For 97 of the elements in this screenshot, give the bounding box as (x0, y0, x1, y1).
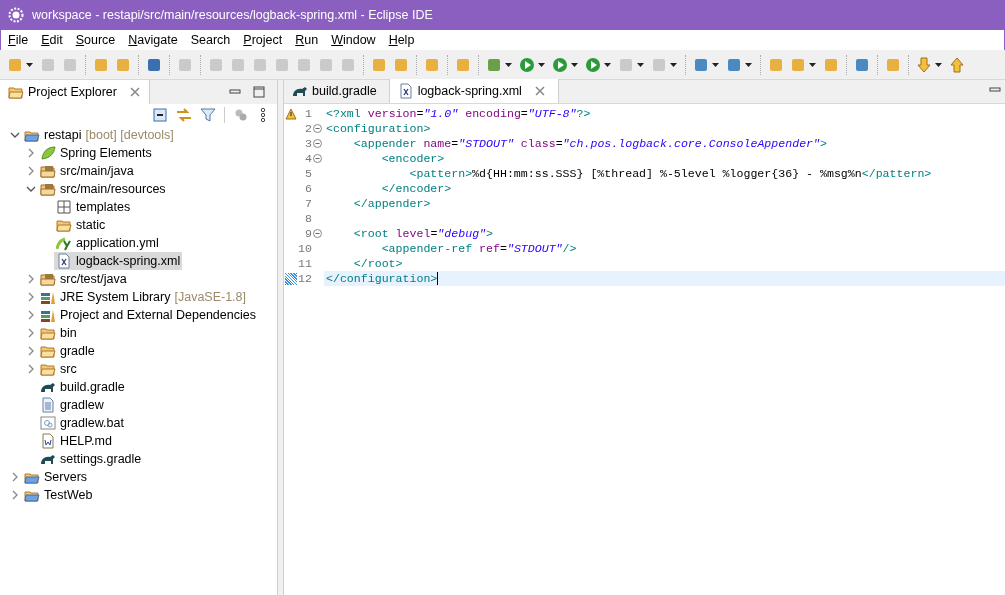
dropdown-icon[interactable] (604, 62, 611, 67)
fold-icon[interactable] (312, 124, 322, 133)
line-number: 2 (304, 120, 312, 137)
fold-icon[interactable] (312, 154, 322, 163)
text-cursor (437, 272, 439, 285)
yaml-file-icon (56, 235, 72, 251)
fold-icon[interactable] (312, 139, 322, 148)
menu-item[interactable]: File (8, 30, 29, 50)
run-icon[interactable] (552, 56, 568, 73)
code-line: </appender> (352, 195, 431, 212)
tree-item[interactable]: logback-spring.xml (54, 252, 183, 270)
line-number: 6 (304, 180, 312, 197)
bookmark-marker (285, 272, 297, 285)
tree-item[interactable]: gradlew.bat (38, 414, 126, 432)
menu-item[interactable]: Help (388, 30, 415, 50)
leaf-icon (40, 145, 56, 161)
dropdown-icon[interactable] (571, 62, 578, 67)
run-icon[interactable] (585, 56, 601, 73)
menu-item[interactable]: Window (331, 30, 376, 50)
window-title: workspace - restapi/src/main/resources/logback-spring.xml - Eclipse IDE (32, 6, 433, 24)
view-tab[interactable]: Project Explorer (0, 80, 150, 104)
collapse-all-icon[interactable] (152, 107, 168, 123)
tree-item[interactable]: application.yml (54, 234, 161, 252)
editor-tab[interactable]: logback-spring.xml (388, 79, 559, 103)
menu-item[interactable]: Project (243, 30, 283, 50)
tree-item[interactable]: HELP.md (38, 432, 114, 450)
line-number: 4 (304, 150, 312, 167)
menu-item[interactable]: Navigate (128, 30, 178, 50)
tree-item[interactable]: settings.gradle (38, 450, 144, 468)
text-file-icon (40, 397, 56, 413)
tree-item[interactable]: gradlew (38, 396, 106, 414)
line-number: 5 (304, 165, 312, 182)
line-number: 10 (298, 240, 312, 257)
code-line: <pattern>%d{HH:mm:ss.SSS} [%thread] %-5level %logger{36} - %msg%n</pattern> (408, 165, 932, 182)
menu-item[interactable]: Search (190, 30, 231, 50)
grid-icon (56, 199, 72, 215)
filter-icon[interactable] (200, 107, 216, 123)
link-arrows-icon[interactable] (176, 107, 192, 123)
gears-icon[interactable] (233, 107, 249, 123)
tree-item[interactable]: TestWeb (22, 486, 95, 504)
code-line: <appender name="STDOUT" class="ch.pos.logback.core.ConsoleAppender"> (352, 135, 827, 152)
tree-item[interactable]: build.gradle (38, 378, 127, 396)
tree-item[interactable]: Project and External Dependencies (38, 306, 258, 324)
tree-item[interactable]: src/main/resources (38, 180, 168, 198)
menu-item[interactable]: Edit (41, 30, 63, 50)
xml-file-icon (56, 253, 72, 269)
code-line: <appender-ref ref="STDOUT"/> (380, 240, 577, 257)
dropdown-icon[interactable] (809, 62, 816, 67)
line-number: 9 (304, 225, 312, 242)
package-folder-icon (40, 181, 56, 197)
code-line: <configuration> (325, 120, 431, 137)
run-icon[interactable] (519, 56, 535, 73)
dropdown-icon[interactable] (538, 62, 545, 67)
tree-item[interactable]: static (54, 216, 108, 234)
package-folder-icon (40, 271, 56, 287)
maximize-icon[interactable] (253, 86, 265, 98)
tree-item[interactable]: src (38, 360, 79, 378)
menu-item[interactable]: Source (75, 30, 116, 50)
package-folder-icon (40, 163, 56, 179)
up-arrow-icon[interactable] (949, 56, 965, 73)
close-icon[interactable] (128, 86, 141, 98)
document-icon (40, 433, 56, 449)
tree-item[interactable]: src/test/java (38, 270, 129, 288)
tree-item[interactable]: bin (38, 324, 79, 342)
close-icon[interactable] (533, 85, 546, 97)
dropdown-icon[interactable] (505, 62, 512, 67)
eclipse-logo-icon (8, 7, 24, 23)
editor-tab[interactable]: build.gradle (284, 79, 389, 103)
tree-item[interactable]: templates (54, 198, 133, 216)
tree-item[interactable]: Servers (22, 468, 90, 486)
xml-file-icon (397, 83, 414, 99)
dropdown-icon[interactable] (745, 62, 752, 67)
line-number: 1 (304, 105, 312, 122)
tree-item[interactable]: gradle (38, 342, 97, 360)
line-number: 11 (298, 255, 312, 272)
batch-file-icon (40, 415, 56, 431)
dropdown-icon[interactable] (670, 62, 677, 67)
dropdown-icon[interactable] (637, 62, 644, 67)
code-line: </encoder> (380, 180, 452, 197)
line-number: 8 (304, 210, 312, 227)
dropdown-icon[interactable] (712, 62, 719, 67)
line-number: 7 (304, 195, 312, 212)
code-line: </root> (352, 255, 403, 272)
fold-icon[interactable] (312, 229, 322, 238)
tree-item[interactable]: restapi [boot] [devtools] (22, 126, 176, 144)
line-number: 12 (298, 270, 312, 287)
menu-item[interactable]: Run (295, 30, 319, 50)
code-line: <encoder> (380, 150, 445, 167)
tree-item[interactable]: src/main/java (38, 162, 136, 180)
code-line: <?xml version="1.0" encoding="UTF-8"?> (325, 105, 591, 122)
tree-item[interactable]: Spring Elements (38, 144, 154, 162)
code-line: </configuration> (325, 270, 439, 287)
line-number: 3 (304, 135, 312, 152)
dropdown-icon[interactable] (26, 62, 33, 67)
tree-item[interactable]: JRE System Library [JavaSE-1.8] (38, 288, 249, 306)
dropdown-icon[interactable] (935, 62, 942, 67)
code-line: <root level="debug"> (352, 225, 493, 242)
